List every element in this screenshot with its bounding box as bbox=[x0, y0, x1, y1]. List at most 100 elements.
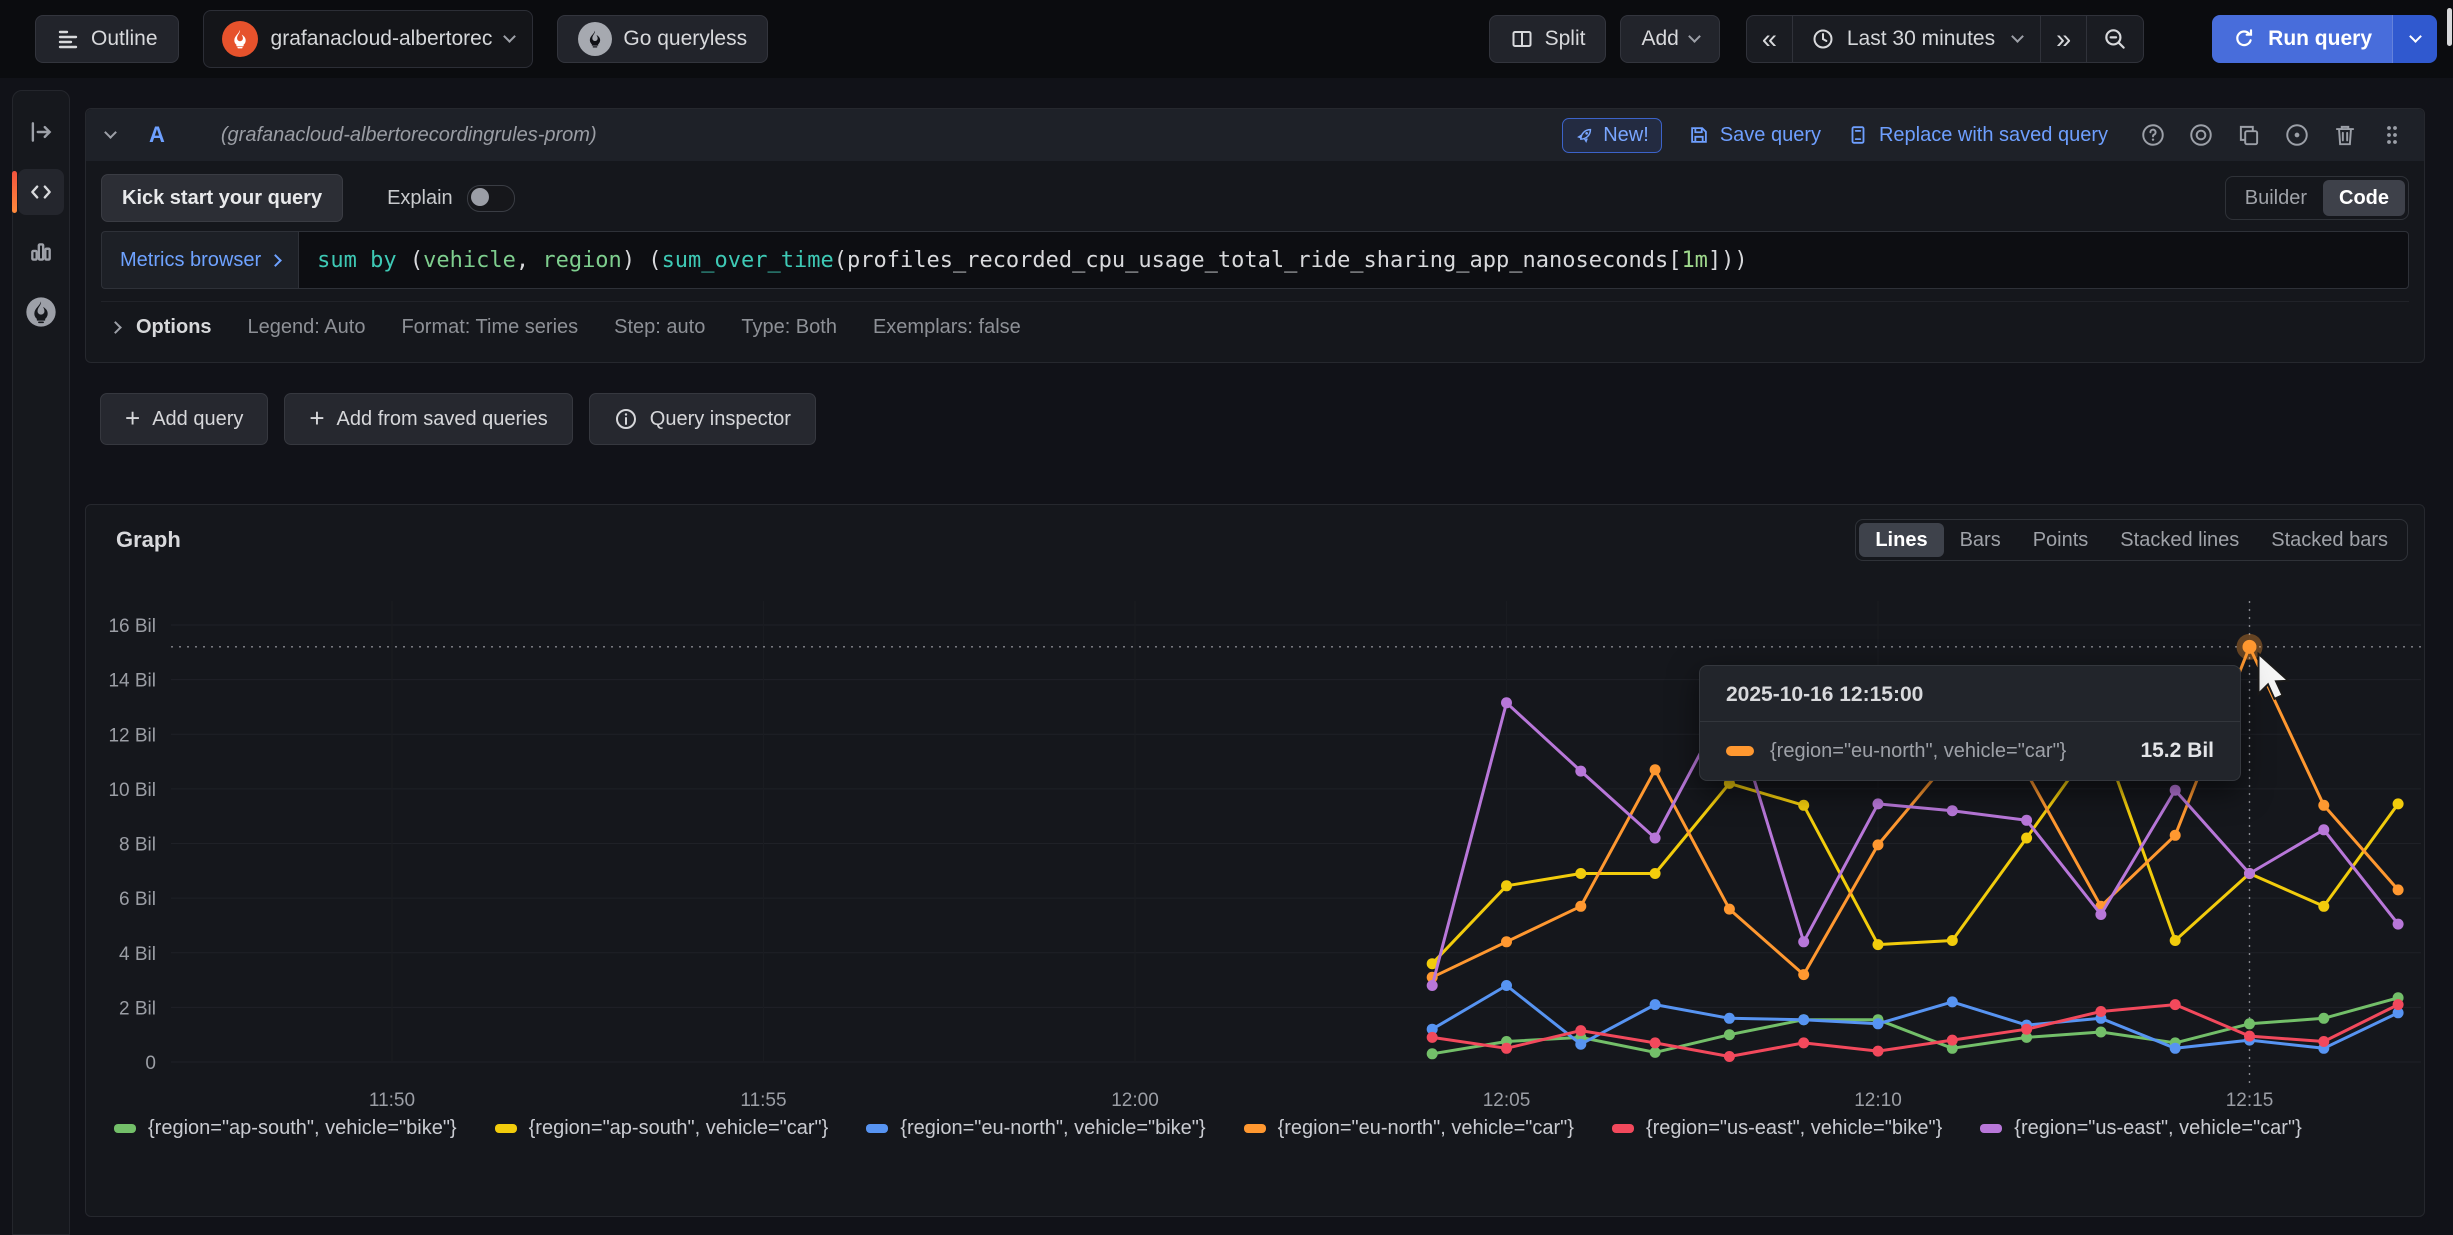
query-expression-input[interactable]: sum by (vehicle, region) (sum_over_time(… bbox=[298, 231, 2409, 289]
run-query-options-caret[interactable] bbox=[2392, 15, 2437, 63]
graph-mode-stacked-lines[interactable]: Stacked lines bbox=[2104, 523, 2255, 557]
time-picker-group: « Last 30 minutes » bbox=[1746, 15, 2144, 63]
time-range-label: Last 30 minutes bbox=[1847, 27, 1995, 51]
kick-start-label: Kick start your query bbox=[122, 187, 322, 210]
scrollbar-thumb[interactable] bbox=[2447, 8, 2452, 46]
chart-tooltip: 2025-10-16 12:15:00 {region="eu-north", … bbox=[1699, 665, 2241, 781]
add-from-saved-label: Add from saved queries bbox=[337, 408, 548, 431]
svg-text:6 Bil: 6 Bil bbox=[119, 889, 156, 910]
sidebar-item-expand-pane[interactable] bbox=[18, 109, 64, 155]
option-summary-item: Legend: Auto bbox=[248, 316, 366, 339]
legend-label: {region="ap-south", vehicle="car"} bbox=[529, 1117, 829, 1140]
double-chevron-right-icon: » bbox=[2056, 26, 2071, 53]
legend-item[interactable]: {region="us-east", vehicle="car"} bbox=[1980, 1117, 2301, 1140]
editor-mode-code[interactable]: Code bbox=[2323, 180, 2405, 216]
split-panes-icon bbox=[1510, 27, 1534, 51]
query-expression-row: Metrics browser sum by (vehicle, region)… bbox=[101, 231, 2409, 289]
legend-swatch bbox=[866, 1124, 888, 1133]
svg-text:4 Bil: 4 Bil bbox=[119, 944, 156, 965]
legend-item[interactable]: {region="eu-north", vehicle="bike"} bbox=[866, 1117, 1205, 1140]
svg-text:12 Bil: 12 Bil bbox=[108, 725, 156, 746]
info-circle-icon bbox=[614, 407, 638, 431]
sidebar-item-prometheus[interactable] bbox=[18, 289, 64, 335]
refresh-icon bbox=[2232, 27, 2256, 51]
svg-text:11:55: 11:55 bbox=[740, 1090, 786, 1111]
explore-page: Outline grafanacloud-albertorec Go query… bbox=[0, 0, 2453, 1235]
run-query-label: Run query bbox=[2268, 27, 2372, 51]
query-inspector-label: Query inspector bbox=[650, 408, 791, 431]
save-query-button[interactable]: Save query bbox=[1688, 124, 1821, 147]
collapse-chevron-icon[interactable] bbox=[104, 126, 117, 139]
topbar-left: Outline grafanacloud-albertorec Go query… bbox=[35, 0, 768, 78]
sidebar-item-code-editor[interactable] bbox=[18, 169, 64, 215]
option-summary-item: Type: Both bbox=[741, 316, 837, 339]
run-query-button[interactable]: Run query bbox=[2212, 15, 2392, 63]
graph-mode-stacked-bars[interactable]: Stacked bars bbox=[2255, 523, 2404, 557]
circle-dot-icon[interactable] bbox=[2284, 122, 2310, 148]
query-ref-id[interactable]: A bbox=[149, 122, 165, 148]
drag-handle-icon[interactable] bbox=[2380, 122, 2404, 148]
split-button[interactable]: Split bbox=[1489, 15, 1607, 63]
svg-text:16 Bil: 16 Bil bbox=[108, 616, 156, 637]
svg-text:11:50: 11:50 bbox=[369, 1090, 415, 1111]
plus-icon: + bbox=[309, 405, 324, 431]
timeseries-chart[interactable]: 02 Bil4 Bil6 Bil8 Bil10 Bil12 Bil14 Bil1… bbox=[86, 505, 2426, 1218]
add-query-button[interactable]: + Add query bbox=[100, 393, 268, 445]
add-button[interactable]: Add bbox=[1620, 15, 1719, 63]
time-range-picker[interactable]: Last 30 minutes bbox=[1792, 16, 2040, 62]
chevron-down-icon bbox=[2409, 30, 2422, 43]
legend-item[interactable]: {region="ap-south", vehicle="bike"} bbox=[114, 1117, 457, 1140]
legend-item[interactable]: {region="us-east", vehicle="bike"} bbox=[1612, 1117, 1942, 1140]
time-zoom-out-button[interactable] bbox=[2086, 16, 2143, 62]
replace-with-saved-query-button[interactable]: Replace with saved query bbox=[1847, 124, 2108, 147]
tooltip-series-row: {region="eu-north", vehicle="car"} 15.2 … bbox=[1700, 722, 2240, 780]
chevron-down-icon bbox=[503, 30, 516, 43]
query-expression: sum by (vehicle, region) (sum_over_time(… bbox=[317, 248, 1748, 273]
help-icon[interactable] bbox=[2140, 122, 2166, 148]
add-label: Add bbox=[1641, 27, 1678, 51]
add-query-label: Add query bbox=[152, 408, 243, 431]
graph-mode-bars[interactable]: Bars bbox=[1944, 523, 2017, 557]
rocket-icon bbox=[1575, 125, 1595, 145]
query-options-row: Options Legend: AutoFormat: Time seriesS… bbox=[101, 301, 2409, 352]
chevron-down-icon bbox=[2011, 30, 2024, 43]
legend-item[interactable]: {region="eu-north", vehicle="car"} bbox=[1244, 1117, 1574, 1140]
time-shift-back-button[interactable]: « bbox=[1747, 16, 1792, 62]
chevron-right-icon bbox=[109, 321, 122, 334]
go-queryless-button[interactable]: Go queryless bbox=[557, 15, 768, 63]
explain-toggle[interactable] bbox=[467, 185, 515, 212]
options-expander[interactable]: Options bbox=[111, 316, 212, 339]
zoom-out-magnifier-icon bbox=[2102, 26, 2128, 52]
legend-label: {region="ap-south", vehicle="bike"} bbox=[148, 1117, 457, 1140]
query-actions-row: + Add query + Add from saved queries Que… bbox=[100, 393, 816, 445]
time-shift-forward-button[interactable]: » bbox=[2040, 16, 2086, 62]
add-from-saved-queries-button[interactable]: + Add from saved queries bbox=[284, 393, 572, 445]
copy-icon[interactable] bbox=[2236, 122, 2262, 148]
option-summary-item: Step: auto bbox=[614, 316, 705, 339]
graph-mode-lines[interactable]: Lines bbox=[1859, 523, 1943, 557]
graph-mode-points[interactable]: Points bbox=[2017, 523, 2105, 557]
save-query-label: Save query bbox=[1720, 124, 1821, 147]
double-chevron-left-icon: « bbox=[1762, 26, 1777, 53]
replace-document-icon bbox=[1847, 124, 1869, 146]
chevron-down-icon bbox=[1688, 30, 1701, 43]
query-row-header: A (grafanacloud-albertorecordingrules-pr… bbox=[86, 109, 2424, 161]
record-circle-icon[interactable] bbox=[2188, 122, 2214, 148]
chart-legend: {region="ap-south", vehicle="bike"} {regi… bbox=[114, 1117, 2399, 1140]
legend-item[interactable]: {region="ap-south", vehicle="car"} bbox=[495, 1117, 829, 1140]
prometheus-flame-icon bbox=[25, 296, 57, 328]
option-summary-item: Exemplars: false bbox=[873, 316, 1021, 339]
kick-start-button[interactable]: Kick start your query bbox=[101, 174, 343, 222]
datasource-picker[interactable]: grafanacloud-albertorec bbox=[203, 10, 534, 68]
trash-icon[interactable] bbox=[2332, 122, 2358, 148]
metrics-browser-button[interactable]: Metrics browser bbox=[101, 231, 298, 289]
run-query-split-button: Run query bbox=[2212, 15, 2437, 63]
query-inspector-button[interactable]: Query inspector bbox=[589, 393, 816, 445]
svg-text:12:00: 12:00 bbox=[1111, 1090, 1159, 1111]
graph-mode-tabs: LinesBarsPointsStacked linesStacked bars bbox=[1855, 519, 2408, 561]
sidebar-item-visualization[interactable] bbox=[18, 229, 64, 275]
new-badge[interactable]: New! bbox=[1562, 118, 1662, 153]
legend-swatch bbox=[114, 1124, 136, 1133]
outline-button[interactable]: Outline bbox=[35, 15, 179, 63]
editor-mode-builder[interactable]: Builder bbox=[2229, 180, 2323, 216]
